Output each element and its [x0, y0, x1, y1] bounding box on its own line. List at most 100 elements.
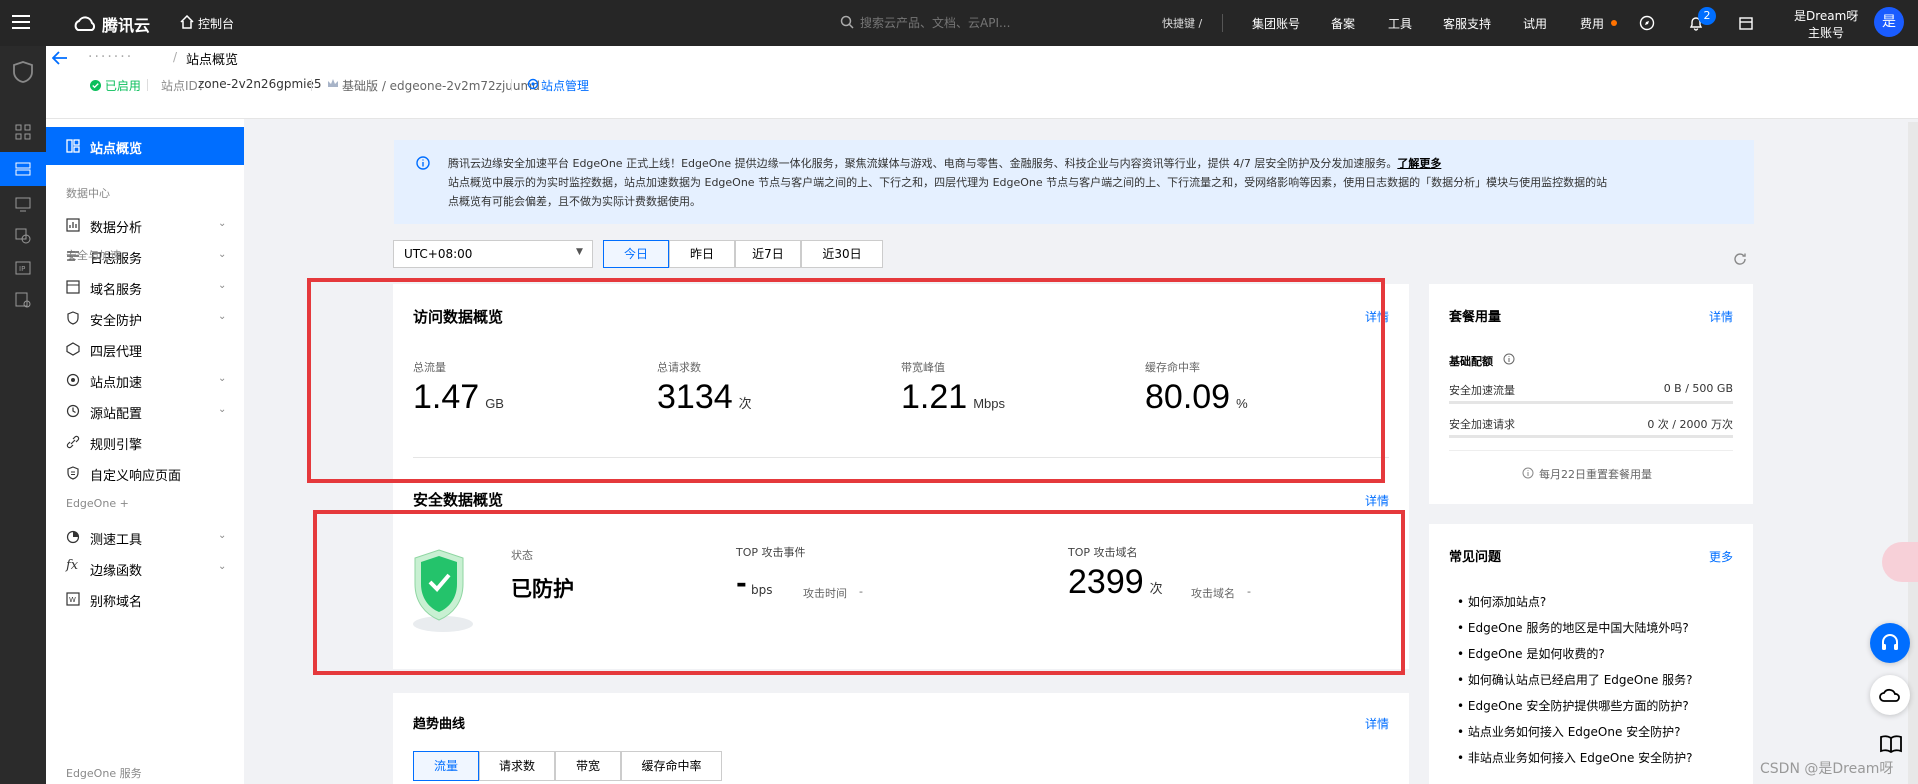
- info-icon[interactable]: [1503, 353, 1515, 365]
- link-support[interactable]: 客服支持: [1443, 15, 1491, 32]
- edgeone-shield-icon[interactable]: [11, 60, 35, 84]
- customer-service-button[interactable]: [1870, 623, 1910, 663]
- protected-shield-icon: [413, 549, 473, 632]
- faq-item[interactable]: • 非站点业务如何接入 EdgeOne 安全防护?: [1457, 749, 1693, 766]
- security-title: 安全数据概览: [413, 491, 504, 509]
- learn-more-link[interactable]: 了解更多: [1397, 157, 1441, 170]
- quota-section-title: 基础配额: [1449, 355, 1493, 368]
- sidebar-item-label: 别称域名: [90, 595, 143, 610]
- faq-more-link[interactable]: 更多: [1709, 548, 1733, 565]
- link-group-account[interactable]: 集团账号: [1252, 15, 1300, 32]
- divider: [311, 79, 312, 91]
- faq-item-text: EdgeOne 是如何收费的?: [1467, 647, 1605, 661]
- console-link[interactable]: 控制台: [198, 15, 234, 32]
- link-filing[interactable]: 备案: [1331, 15, 1355, 32]
- trend-tab-label: 流量: [433, 759, 458, 773]
- trend-detail-link[interactable]: 详情: [1365, 715, 1389, 732]
- notice-line-2: 站点概览中展示的为实时监控数据，站点加速数据为 EdgeOne 节点与客户端之间…: [448, 176, 1608, 189]
- chevron-down-icon: ⌄: [218, 280, 227, 291]
- brand-name[interactable]: 腾讯云: [102, 12, 150, 36]
- sidebar-item-custom-response[interactable]: 自定义响应页面: [46, 454, 244, 492]
- faq-item[interactable]: • 如何添加站点?: [1457, 593, 1546, 610]
- cloud-logo-icon[interactable]: [72, 14, 98, 32]
- svg-text:IP: IP: [19, 265, 25, 273]
- faq-item-text: 如何添加站点?: [1467, 595, 1547, 609]
- quota-bar-track: [1449, 435, 1733, 438]
- site-list-icon[interactable]: [15, 161, 31, 177]
- gear-icon[interactable]: [527, 78, 539, 90]
- timezone-select[interactable]: UTC+08:00 ▼: [393, 240, 593, 268]
- date-tab-yesterday[interactable]: 昨日: [669, 240, 735, 268]
- refresh-icon[interactable]: [1733, 252, 1747, 266]
- access-title: 访问数据概览: [413, 308, 504, 326]
- date-tab-30d[interactable]: 近30日: [801, 240, 883, 268]
- ip-icon[interactable]: IP: [15, 260, 31, 276]
- book-icon: [1880, 735, 1902, 754]
- trend-tab-cache-hit[interactable]: 缓存命中率: [621, 751, 722, 781]
- grid-icon[interactable]: [15, 124, 31, 140]
- quota-value: 0 B / 500 GB: [1663, 382, 1733, 395]
- docs-book-icon[interactable]: [1880, 735, 1902, 754]
- proxy-icon: [66, 342, 80, 356]
- sidebar-item-overview[interactable]: 站点概览: [46, 127, 244, 165]
- shop-icon[interactable]: [1738, 15, 1754, 31]
- trend-tab-requests[interactable]: 请求数: [479, 751, 555, 781]
- sidebar-item-label: 站点加速: [90, 376, 143, 391]
- search-icon: [840, 15, 854, 29]
- search-input[interactable]: [860, 11, 1150, 35]
- home-icon[interactable]: [180, 15, 194, 29]
- security-overview-card: 安全数据概览 详情 状态 已防护 TOP 攻击事件 - bps 攻击时间 - T…: [393, 459, 1409, 669]
- nav-group-title: EdgeOne 服务: [66, 767, 142, 780]
- shortcut-hint[interactable]: 快捷键 /: [1162, 15, 1202, 31]
- sidebar-item-alias-domain[interactable]: W 别称域名: [46, 580, 244, 618]
- menu-icon[interactable]: [12, 15, 30, 29]
- trend-tab-label: 请求数: [498, 759, 535, 773]
- cloud-assistant-button[interactable]: [1870, 675, 1910, 715]
- link-trial[interactable]: 试用: [1523, 15, 1547, 32]
- sidebar: 站点概览 数据中心 数据分析 ⌄ 日志服务 ⌄ 安全与加速 域名服务 ⌄ 安全防…: [46, 119, 244, 784]
- link-tools[interactable]: 工具: [1388, 15, 1412, 32]
- chevron-down-icon: ⌄: [218, 373, 227, 384]
- page-header: ······· / 站点概览 已启用 站点ID： zone-2v2n26gpmi…: [46, 46, 1918, 119]
- site-name-redacted[interactable]: ·······: [88, 49, 133, 65]
- date-tab-7d[interactable]: 近7日: [735, 240, 801, 268]
- billing-dot: [1611, 20, 1617, 26]
- domain-icon: [66, 280, 80, 294]
- avatar[interactable]: 是: [1874, 7, 1904, 37]
- cloud-icon: [1879, 688, 1900, 702]
- faq-item[interactable]: • 如何确认站点已经启用了 EdgeOne 服务?: [1457, 671, 1693, 688]
- access-detail-link[interactable]: 详情: [1365, 308, 1389, 325]
- user-name[interactable]: 是Dream呀: [1794, 7, 1858, 24]
- top-domain-value: 2399: [1068, 563, 1144, 601]
- cert-icon[interactable]: [15, 292, 31, 308]
- avatar-letter: 是: [1882, 14, 1896, 30]
- faq-item[interactable]: • EdgeOne 是如何收费的?: [1457, 645, 1605, 662]
- security-rule-icon[interactable]: [15, 228, 31, 244]
- back-arrow-icon[interactable]: [52, 51, 68, 65]
- faq-item[interactable]: • EdgeOne 安全防护提供哪些方面的防护?: [1457, 697, 1689, 714]
- security-detail-link[interactable]: 详情: [1365, 492, 1389, 509]
- monitor-icon[interactable]: [15, 196, 31, 212]
- faq-item[interactable]: • EdgeOne 服务的地区是中国大陆境外吗?: [1457, 619, 1689, 636]
- package-detail-link[interactable]: 详情: [1709, 308, 1733, 325]
- translate-tab[interactable]: [1882, 542, 1918, 582]
- info-icon: [416, 156, 430, 170]
- date-tab-today[interactable]: 今日: [603, 240, 669, 268]
- faq-item-text: 站点业务如何接入 EdgeOne 安全防护?: [1467, 725, 1681, 739]
- scrollbar-thumb[interactable]: [1908, 122, 1918, 784]
- compass-icon[interactable]: [1639, 15, 1655, 31]
- faq-item[interactable]: • 站点业务如何接入 EdgeOne 安全防护?: [1457, 723, 1681, 740]
- metric-unit: GB: [485, 396, 504, 411]
- notice-line-1: 腾讯云边缘安全加速平台 EdgeOne 正式上线！EdgeOne 提供边缘一体化…: [448, 157, 1398, 170]
- top-domain-count: 2399 次: [1068, 563, 1163, 602]
- function-icon: fx: [66, 558, 79, 573]
- trend-tab-bandwidth[interactable]: 带宽: [555, 751, 621, 781]
- link-billing[interactable]: 费用: [1580, 15, 1604, 32]
- nav-group-title: 数据中心: [66, 187, 110, 200]
- sidebar-item-label: 数据分析: [90, 221, 143, 236]
- metric-label: 带宽峰值: [901, 361, 945, 374]
- site-manage-link[interactable]: 站点管理: [541, 77, 589, 94]
- trend-tab-traffic[interactable]: 流量: [413, 751, 479, 781]
- nav-group-title: 安全与加速: [66, 249, 121, 262]
- divider: [413, 457, 1389, 458]
